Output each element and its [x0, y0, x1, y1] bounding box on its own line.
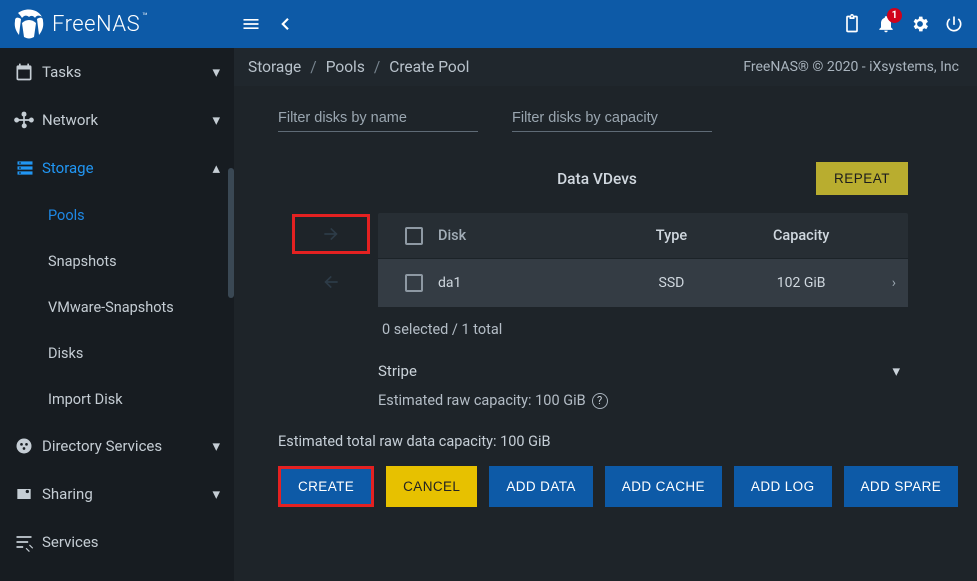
topbar: FreeNAS™ 1 — [0, 0, 977, 48]
power-icon — [944, 14, 964, 34]
add-spare-button[interactable]: ADD SPARE — [844, 466, 959, 507]
sidebar-sub-vmware-snapshots[interactable]: VMware-Snapshots — [0, 284, 234, 330]
breadcrumb-pools[interactable]: Pools — [326, 58, 365, 76]
back-button[interactable] — [268, 7, 302, 41]
vdev-title: Data VDevs — [378, 170, 816, 188]
sidebar-sub-disks[interactable]: Disks — [0, 330, 234, 376]
sidebar-sub-label: VMware-Snapshots — [48, 299, 174, 316]
sidebar-sub-label: Snapshots — [48, 253, 117, 270]
sidebar-item-directory-services[interactable]: Directory Services ▾ — [0, 422, 234, 470]
freenas-logo-icon — [12, 9, 46, 39]
sidebar-item-label: Network — [42, 111, 212, 129]
row-checkbox[interactable] — [405, 274, 423, 292]
calendar-icon — [14, 62, 42, 82]
expand-up-icon: ▴ — [212, 159, 220, 177]
add-log-button[interactable]: ADD LOG — [734, 466, 832, 507]
notifications-button[interactable]: 1 — [869, 7, 903, 41]
create-button[interactable]: CREATE — [281, 469, 371, 504]
add-data-button[interactable]: ADD DATA — [489, 466, 592, 507]
cell-disk: da1 — [438, 275, 607, 291]
cancel-button[interactable]: CANCEL — [386, 466, 477, 507]
chevron-left-icon — [276, 15, 294, 33]
copyright-text: FreeNAS® © 2020 - iXsystems, Inc — [743, 59, 959, 75]
breadcrumb: Storage / Pools / Create Pool FreeNAS® ©… — [234, 48, 977, 86]
breadcrumb-create-pool: Create Pool — [389, 58, 469, 76]
sidebar-sub-label: Pools — [48, 207, 85, 224]
sidebar-sub-pools[interactable]: Pools — [0, 192, 234, 238]
dropdown-arrow-icon: ▾ — [892, 362, 900, 380]
settings-button[interactable] — [903, 7, 937, 41]
expand-down-icon: ▾ — [212, 485, 220, 503]
main-content: Storage / Pools / Create Pool FreeNAS® ©… — [234, 48, 977, 581]
brand-logo[interactable]: FreeNAS™ — [0, 9, 234, 39]
move-left-button[interactable] — [292, 262, 370, 302]
add-cache-button[interactable]: ADD CACHE — [605, 466, 722, 507]
estimated-capacity: Estimated raw capacity: 100 GiB — [378, 392, 586, 409]
expand-down-icon: ▾ — [212, 63, 220, 81]
filter-capacity-input[interactable] — [512, 104, 712, 132]
services-icon — [14, 532, 42, 552]
column-disk: Disk — [438, 227, 607, 244]
breadcrumb-storage[interactable]: Storage — [248, 58, 301, 76]
power-button[interactable] — [937, 7, 971, 41]
menu-toggle-button[interactable] — [234, 7, 268, 41]
cell-capacity: 102 GiB — [736, 275, 866, 291]
sidebar-item-tasks[interactable]: Tasks ▾ — [0, 48, 234, 96]
menu-icon — [241, 14, 261, 34]
vdev-table: Disk Type Capacity da1 SSD 102 GiB › — [378, 213, 908, 307]
notification-badge: 1 — [887, 8, 902, 23]
sidebar-item-label: Sharing — [42, 485, 212, 503]
sidebar-sub-snapshots[interactable]: Snapshots — [0, 238, 234, 284]
actions-row: CREATE CANCEL ADD DATA ADD CACHE ADD LOG… — [278, 466, 977, 507]
vdev-type-value: Stripe — [378, 362, 417, 380]
column-capacity: Capacity — [736, 227, 866, 244]
sidebar-item-label: Directory Services — [42, 437, 212, 455]
sidebar-item-network[interactable]: Network ▾ — [0, 96, 234, 144]
arrow-left-icon — [318, 272, 344, 292]
network-icon — [14, 110, 42, 130]
sidebar-item-storage[interactable]: Storage ▴ — [0, 144, 234, 192]
directory-icon — [14, 436, 42, 456]
total-capacity: Estimated total raw data capacity: 100 G… — [278, 433, 977, 450]
sidebar-sub-label: Import Disk — [48, 391, 123, 408]
sidebar-item-label: Tasks — [42, 63, 212, 81]
sidebar-sub-import-disk[interactable]: Import Disk — [0, 376, 234, 422]
help-icon[interactable]: ? — [592, 393, 608, 409]
select-all-checkbox[interactable] — [405, 227, 423, 245]
move-right-button[interactable] — [292, 214, 370, 254]
table-row[interactable]: da1 SSD 102 GiB › — [378, 259, 908, 307]
sidebar-item-services[interactable]: Services — [0, 518, 234, 566]
table-header: Disk Type Capacity — [378, 213, 908, 259]
chevron-right-icon[interactable]: › — [866, 275, 896, 291]
selection-summary: 0 selected / 1 total — [382, 321, 908, 338]
sidebar-sub-label: Disks — [48, 345, 83, 362]
clipboard-icon — [842, 14, 862, 34]
sidebar: Tasks ▾ Network ▾ Storage ▴ Pools Snapsh… — [0, 48, 234, 581]
sharing-icon — [14, 484, 42, 504]
vdev-type-select[interactable]: Stripe ▾ — [378, 354, 908, 388]
expand-down-icon: ▾ — [212, 437, 220, 455]
storage-icon — [14, 158, 42, 178]
brand-name: FreeNAS™ — [52, 12, 148, 37]
sidebar-item-sharing[interactable]: Sharing ▾ — [0, 470, 234, 518]
filter-name-input[interactable] — [278, 104, 478, 132]
sidebar-item-label: Storage — [42, 159, 212, 177]
scrollbar-thumb[interactable] — [228, 168, 234, 298]
sidebar-item-label: Services — [42, 533, 220, 551]
gear-icon — [910, 14, 930, 34]
expand-down-icon: ▾ — [212, 111, 220, 129]
tasks-button[interactable] — [835, 7, 869, 41]
repeat-button[interactable]: REPEAT — [816, 162, 908, 195]
column-type: Type — [607, 227, 737, 244]
cell-type: SSD — [607, 275, 737, 291]
arrow-right-icon — [318, 224, 344, 244]
